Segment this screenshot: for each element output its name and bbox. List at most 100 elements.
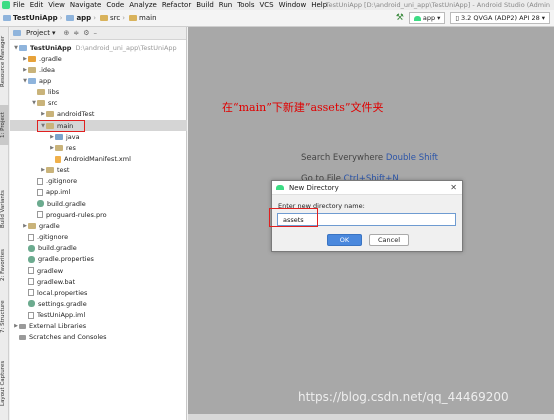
tab-build-variants[interactable]: Build Variants: [0, 187, 9, 231]
breadcrumb-main[interactable]: main: [129, 14, 157, 22]
tree-item[interactable]: local.properties: [10, 287, 187, 298]
menu-help[interactable]: Help: [311, 1, 327, 9]
menu-edit[interactable]: Edit: [30, 1, 44, 9]
tree-item[interactable]: settings.gradle: [10, 298, 187, 309]
menu-code[interactable]: Code: [106, 1, 124, 9]
android-studio-icon: [2, 1, 10, 9]
build-hammer-icon[interactable]: ⚒: [396, 13, 404, 23]
project-view-select[interactable]: Project ▾: [13, 29, 55, 37]
file-icon: [37, 211, 43, 219]
navigation-bar: TestUniApp › app › src › main ⚒ app ▾ ▯ …: [0, 10, 554, 27]
gear-icon[interactable]: ⚙: [83, 29, 89, 37]
project-view-icon: [13, 30, 21, 36]
module-folder-icon: [28, 77, 36, 84]
tree-item[interactable]: Scratches and Consoles: [10, 332, 187, 343]
tree-item[interactable]: ▶ External Libraries: [10, 321, 187, 332]
menu-build[interactable]: Build: [196, 1, 214, 9]
annotation-highlight-main: [37, 120, 85, 132]
tree-item[interactable]: ▶ test: [10, 165, 187, 176]
locate-icon[interactable]: ⊕: [63, 29, 69, 37]
tutorial-annotation: 在“main”下新建”assets”文件夹: [222, 101, 384, 114]
close-icon[interactable]: ✕: [450, 183, 457, 192]
tree-item[interactable]: ▼ app: [10, 75, 187, 86]
tree-item[interactable]: .gitignore: [10, 232, 187, 243]
left-tool-strip: Resource Manager 1: Project Build Varian…: [0, 27, 9, 420]
file-icon: [37, 188, 43, 196]
orange-folder-icon: [28, 55, 36, 62]
tree-item[interactable]: build.gradle: [10, 243, 187, 254]
library-icon: [19, 323, 26, 329]
tree-item-label: build.gradle: [47, 199, 86, 208]
hint-search-everywhere: Search Everywhere Double Shift: [301, 153, 438, 163]
dialog-title: New Directory: [289, 183, 339, 192]
tree-item-label: test: [57, 166, 70, 175]
breadcrumb-label: src: [110, 14, 121, 22]
breadcrumb-project[interactable]: TestUniApp ›: [3, 14, 64, 22]
tree-item[interactable]: ▶ .idea: [10, 64, 187, 75]
tree-item[interactable]: build.gradle: [10, 198, 187, 209]
project-panel: Project ▾ ⊕ ≑ ⚙ – ▼ TestUniApp D:\android_…: [10, 27, 187, 420]
tree-item-label: java: [66, 132, 80, 141]
tree-item[interactable]: ▶ res: [10, 142, 187, 153]
breadcrumb-app[interactable]: app ›: [66, 14, 98, 22]
ok-button[interactable]: OK: [327, 234, 362, 246]
tree-item[interactable]: .gitignore: [10, 176, 187, 187]
tree-item[interactable]: gradlew: [10, 265, 187, 276]
menu-tools[interactable]: Tools: [237, 1, 254, 9]
breadcrumb-src[interactable]: src ›: [100, 14, 127, 22]
tree-item-label: app: [39, 76, 52, 85]
annotation-highlight-input: [269, 208, 318, 227]
file-icon: [28, 267, 34, 274]
device-select[interactable]: ▯ 3.2 QVGA (ADP2) API 28 ▾: [450, 12, 550, 24]
tree-item-label: .idea: [39, 65, 55, 74]
hide-icon[interactable]: –: [94, 29, 98, 37]
tree-item[interactable]: gradle.properties: [10, 254, 187, 265]
tree-item[interactable]: ▼ src: [10, 98, 187, 109]
project-view-label: Project: [26, 29, 50, 37]
tree-item[interactable]: libs: [10, 87, 187, 98]
panel-tools: ⊕ ≑ ⚙ –: [63, 29, 97, 37]
cancel-button[interactable]: Cancel: [369, 234, 409, 246]
tree-item[interactable]: app.iml: [10, 187, 187, 198]
tree-item[interactable]: ▶ java: [10, 131, 187, 142]
menu-vcs[interactable]: VCS: [259, 1, 273, 9]
hint-search-label: Search Everywhere: [301, 153, 384, 163]
folder-icon: [28, 222, 36, 229]
tab-favorites[interactable]: 2: Favorites: [0, 245, 9, 285]
menu-view[interactable]: View: [48, 1, 65, 9]
tree-item-label: TestUniApp.iml: [37, 311, 86, 320]
tree-item[interactable]: gradlew.bat: [10, 276, 187, 287]
run-config-label: app: [422, 14, 436, 22]
xml-file-icon: [55, 155, 61, 163]
tree-item[interactable]: proguard-rules.pro: [10, 209, 187, 220]
tab-resource-manager[interactable]: Resource Manager: [0, 31, 9, 91]
tree-item-label: src: [48, 99, 58, 108]
tree-item[interactable]: ▶ gradle: [10, 220, 187, 231]
folder-icon: [46, 167, 54, 174]
tree-item-path: D:\android_uni_app\TestUniApp: [75, 43, 177, 52]
tree-item[interactable]: TestUniApp.iml: [10, 310, 187, 321]
folder-icon: [66, 15, 75, 21]
menu-file[interactable]: File: [13, 1, 25, 9]
file-icon: [28, 311, 34, 319]
phone-icon: ▯: [455, 14, 459, 22]
menu-analyze[interactable]: Analyze: [129, 1, 157, 9]
tab-structure[interactable]: 7: Structure: [0, 297, 9, 337]
file-icon: [28, 289, 34, 297]
run-config-select[interactable]: app ▾: [408, 12, 446, 24]
menu-window[interactable]: Window: [279, 1, 307, 9]
tab-layout-captures[interactable]: Layout Captures: [0, 354, 9, 412]
tree-item[interactable]: ▶ .gradle: [10, 53, 187, 64]
tree-item-label: Scratches and Consoles: [29, 333, 107, 342]
tree-item[interactable]: ▼ TestUniApp D:\android_uni_app\TestUniApp: [10, 42, 187, 53]
tree-item[interactable]: ▶ androidTest: [10, 109, 187, 120]
menu-refactor[interactable]: Refactor: [162, 1, 191, 9]
file-icon: [28, 278, 34, 286]
folder-icon: [37, 100, 45, 107]
tree-item[interactable]: AndroidManifest.xml: [10, 154, 187, 165]
tab-project[interactable]: 1: Project: [0, 105, 9, 145]
tree-item-label: settings.gradle: [38, 299, 87, 308]
collapse-icon[interactable]: ≑: [73, 29, 79, 37]
menu-navigate[interactable]: Navigate: [70, 1, 101, 9]
menu-run[interactable]: Run: [219, 1, 232, 9]
